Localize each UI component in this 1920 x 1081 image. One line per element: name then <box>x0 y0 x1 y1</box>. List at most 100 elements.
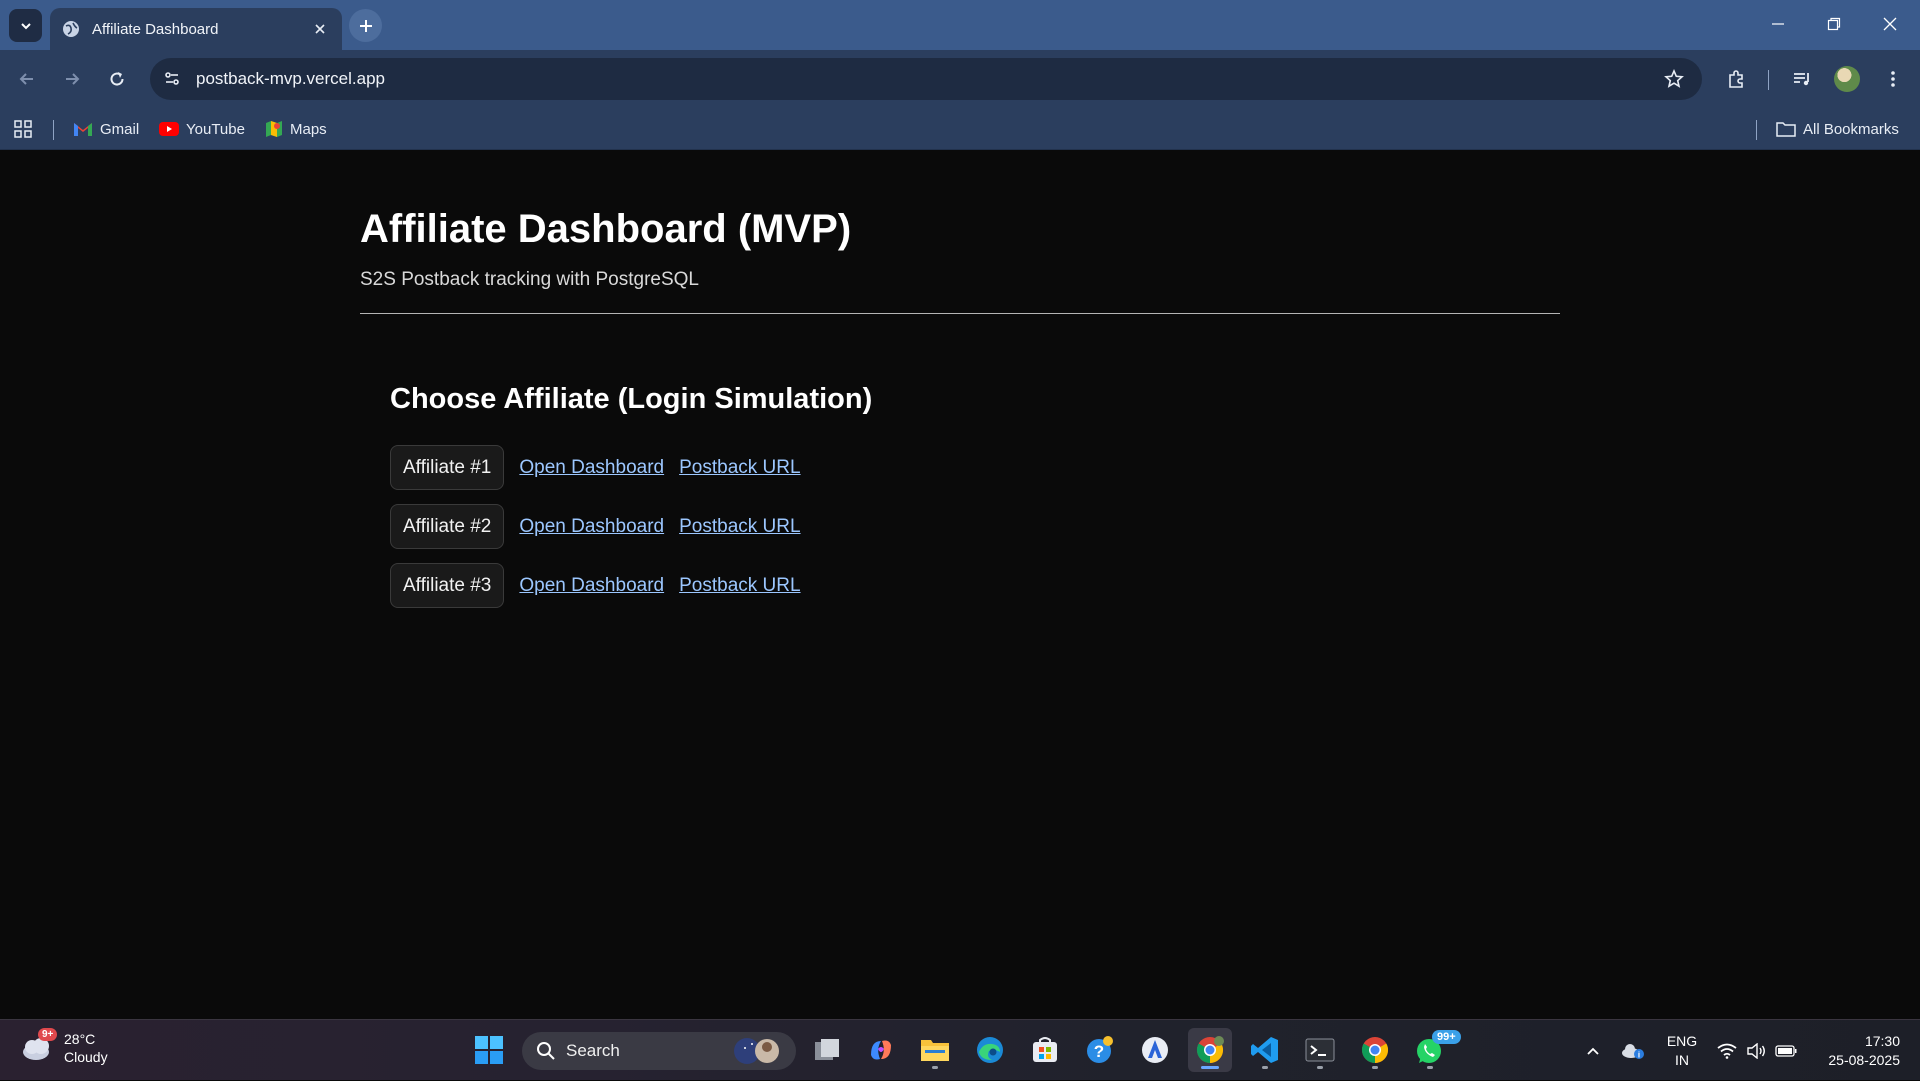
youtube-icon <box>159 122 179 136</box>
svg-text:?: ? <box>1094 1042 1104 1061</box>
more-vertical-icon <box>1891 71 1895 87</box>
running-indicator <box>932 1066 938 1069</box>
vscode-app[interactable] <box>1243 1028 1287 1072</box>
help-icon: ? <box>1087 1036 1113 1063</box>
affiliate-3-button[interactable]: Affiliate #3 <box>390 563 505 608</box>
browser-toolbar: postback-mvp.vercel.app <box>0 50 1920 108</box>
reload-button[interactable] <box>100 62 134 96</box>
maps-icon <box>265 120 283 138</box>
chrome-app-active[interactable] <box>1188 1028 1232 1072</box>
battery-tray[interactable] <box>1772 1020 1800 1081</box>
task-view-button[interactable] <box>805 1028 849 1072</box>
vscode-icon <box>1251 1037 1278 1063</box>
postback-url-link[interactable]: Postback URL <box>679 457 800 479</box>
help-app[interactable]: ? <box>1078 1028 1122 1072</box>
search-label: Search <box>566 1041 620 1060</box>
restore-button[interactable] <box>1806 0 1862 48</box>
terminal-icon <box>1305 1038 1335 1062</box>
close-tab-icon[interactable] <box>310 19 330 39</box>
affiliate-1-button[interactable]: Affiliate #1 <box>390 445 505 490</box>
language-indicator[interactable]: ENG IN <box>1660 1032 1704 1070</box>
puzzle-icon <box>1729 70 1743 88</box>
bookmark-gmail[interactable]: Gmail <box>73 108 139 150</box>
url-text[interactable]: postback-mvp.vercel.app <box>196 69 1654 89</box>
gmail-icon <box>73 121 93 137</box>
weather-widget[interactable]: 9+ 28°C Cloudy <box>20 1028 108 1066</box>
file-explorer-app[interactable] <box>913 1028 957 1072</box>
weather-condition: Cloudy <box>64 1049 108 1065</box>
start-button[interactable] <box>467 1028 511 1072</box>
weather-temp: 28°C <box>64 1031 96 1047</box>
open-dashboard-link[interactable]: Open Dashboard <box>519 575 664 597</box>
app-launcher-app[interactable] <box>1133 1028 1177 1072</box>
open-dashboard-link[interactable]: Open Dashboard <box>519 516 664 538</box>
bookmark-star-icon[interactable] <box>1654 59 1694 99</box>
forward-button[interactable] <box>55 62 89 96</box>
bookmark-label: Maps <box>290 120 327 138</box>
open-dashboard-link[interactable]: Open Dashboard <box>519 457 664 479</box>
weather-badge: 9+ <box>38 1028 58 1041</box>
extensions-button[interactable] <box>1719 62 1753 96</box>
task-view-icon <box>815 1039 839 1060</box>
affiliate-2-button[interactable]: Affiliate #2 <box>390 504 505 549</box>
terminal-app[interactable] <box>1298 1028 1342 1072</box>
chrome-app[interactable] <box>1353 1028 1397 1072</box>
address-bar[interactable]: postback-mvp.vercel.app <box>150 58 1702 100</box>
page-title: Affiliate Dashboard (MVP) <box>360 207 852 251</box>
tab-search-button[interactable] <box>9 9 42 42</box>
running-indicator <box>1427 1066 1433 1069</box>
tab-title: Affiliate Dashboard <box>92 20 219 38</box>
globe-icon <box>63 21 79 37</box>
bookmark-label: Gmail <box>100 120 140 138</box>
running-indicator <box>1372 1066 1378 1069</box>
arrow-right-icon <box>66 73 80 85</box>
minimize-icon <box>1772 23 1784 25</box>
bookmarks-separator <box>1756 120 1757 140</box>
tab-strip: Affiliate Dashboard <box>0 0 1920 50</box>
bookmark-maps[interactable]: Maps <box>265 108 327 150</box>
apps-grid-icon <box>14 120 32 138</box>
wifi-tray[interactable] <box>1714 1020 1740 1081</box>
clock-date: 25-08-2025 <box>1828 1052 1900 1068</box>
speaker-icon <box>1747 1042 1765 1059</box>
bookmark-youtube[interactable]: YouTube <box>159 108 245 150</box>
chevron-up-icon <box>1587 1047 1599 1055</box>
media-control-button[interactable] <box>1785 62 1819 96</box>
section-title: Choose Affiliate (Login Simulation) <box>390 383 873 415</box>
volume-tray[interactable] <box>1743 1020 1769 1081</box>
bookmark-label: YouTube <box>186 120 245 138</box>
playlist-icon <box>1794 73 1809 86</box>
postback-url-link[interactable]: Postback URL <box>679 575 800 597</box>
minimize-button[interactable] <box>1750 0 1806 48</box>
chrome-icon <box>1196 1036 1224 1064</box>
whatsapp-app[interactable]: 99+ <box>1408 1028 1461 1072</box>
apps-button[interactable] <box>14 108 32 150</box>
toolbar-separator <box>1768 70 1769 90</box>
active-indicator <box>1201 1066 1219 1069</box>
edge-app[interactable] <box>968 1028 1012 1072</box>
copilot-app[interactable] <box>859 1028 903 1072</box>
site-info-icon[interactable] <box>152 59 192 99</box>
profile-avatar[interactable] <box>1834 66 1860 92</box>
battery-icon <box>1775 1044 1797 1057</box>
browser-menu-button[interactable] <box>1876 62 1910 96</box>
all-bookmarks-label: All Bookmarks <box>1803 120 1899 138</box>
onedrive-tray[interactable]: i <box>1618 1020 1648 1081</box>
wifi-icon <box>1717 1043 1737 1059</box>
new-tab-button[interactable] <box>349 9 382 42</box>
close-window-button[interactable] <box>1862 0 1918 48</box>
system-clock[interactable]: 17:30 25-08-2025 <box>1810 1032 1900 1070</box>
taskbar: 9+ 28°C Cloudy Search ? 99+ i ENG IN 17:… <box>0 1019 1920 1080</box>
bookmarks-separator <box>53 120 54 140</box>
cloud-icon: 9+ <box>20 1028 58 1062</box>
browser-tab[interactable]: Affiliate Dashboard <box>50 8 342 50</box>
language-code: ENG <box>1666 1033 1698 1049</box>
taskbar-search[interactable]: Search <box>522 1032 796 1070</box>
store-app[interactable] <box>1023 1028 1067 1072</box>
running-indicator <box>1262 1066 1268 1069</box>
close-icon <box>1883 17 1897 31</box>
postback-url-link[interactable]: Postback URL <box>679 516 800 538</box>
back-button[interactable] <box>10 62 44 96</box>
show-hidden-icons-button[interactable] <box>1578 1020 1608 1081</box>
all-bookmarks-button[interactable]: All Bookmarks <box>1776 108 1899 150</box>
